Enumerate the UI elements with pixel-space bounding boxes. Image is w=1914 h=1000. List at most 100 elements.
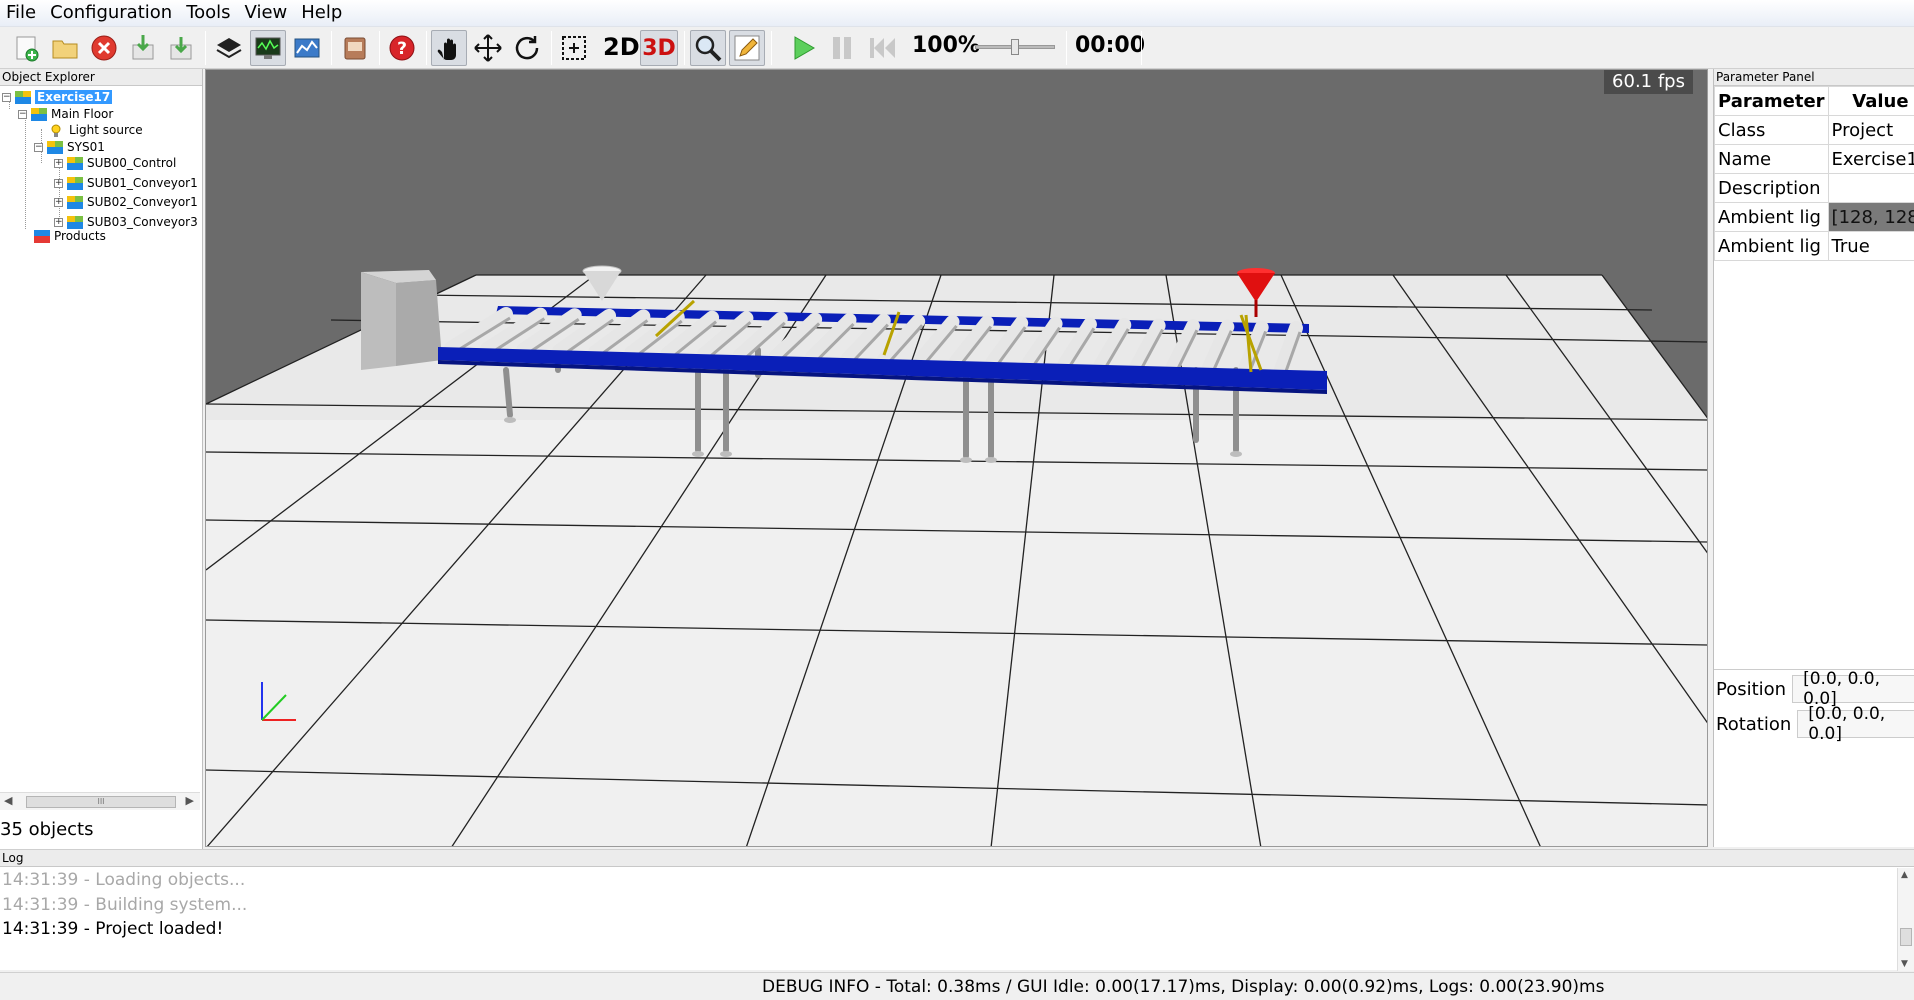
menu-configuration[interactable]: Configuration — [44, 0, 180, 26]
3d-viewport[interactable]: 60.1 fps — [205, 69, 1708, 847]
rewind-icon[interactable] — [864, 30, 900, 66]
select-box-icon[interactable] — [556, 30, 592, 66]
sim-time: 00:00 — [1075, 33, 1146, 58]
log-vertical-scrollbar[interactable]: ▲ ▼ — [1897, 868, 1914, 971]
value-header: Value — [1827, 86, 1914, 116]
param-name: Description — [1714, 173, 1829, 203]
collapse-icon[interactable]: − — [34, 142, 43, 152]
collapse-icon[interactable]: − — [2, 92, 11, 102]
play-icon[interactable] — [785, 30, 821, 66]
rotation-field[interactable]: [0.0, 0.0, 0.0] — [1797, 704, 1914, 744]
table-row[interactable]: Ambient lig [128, 128, 12 — [1714, 202, 1914, 232]
status-bar: DEBUG INFO - Total: 0.38ms / GUI Idle: 0… — [0, 972, 1914, 1000]
param-value[interactable]: True — [1827, 231, 1914, 261]
rotation-row: Rotation [0.0, 0.0, 0.0] — [1716, 704, 1914, 744]
light-bulb-icon — [49, 124, 65, 137]
view-3d-label: 3D — [642, 35, 676, 61]
tree-horizontal-scrollbar[interactable]: ◀ III ▶ — [0, 792, 200, 810]
zoom-icon[interactable] — [690, 30, 726, 66]
edit-icon[interactable] — [729, 30, 765, 66]
rotation-label: Rotation — [1716, 713, 1792, 735]
tree-label: Exercise17 — [35, 90, 113, 104]
param-name: Class — [1714, 115, 1829, 145]
param-value[interactable]: [128, 128, 12 — [1827, 202, 1914, 232]
table-row[interactable]: Class Project — [1714, 115, 1914, 145]
products-icon — [34, 229, 50, 243]
move-icon[interactable] — [470, 30, 506, 66]
log-line: 14:31:39 - Building system... — [2, 895, 248, 915]
scene-canvas[interactable] — [206, 70, 1708, 847]
hand-select-icon[interactable] — [431, 30, 467, 66]
export-icon[interactable] — [163, 30, 199, 66]
open-folder-icon[interactable] — [47, 30, 83, 66]
scroll-down-arrow[interactable]: ▼ — [1901, 959, 1908, 969]
tree-node-sub00[interactable]: + SUB00_Control — [54, 154, 176, 172]
zoom-level: 100% — [912, 33, 980, 58]
help-icon[interactable]: ? — [384, 30, 420, 66]
tree-label: Light source — [69, 123, 143, 137]
log-line: 14:31:39 - Project loaded! — [2, 919, 224, 939]
tree-label: SUB02_Conveyor1 — [87, 195, 198, 209]
pause-icon[interactable] — [824, 30, 860, 66]
tree-node-products[interactable]: Products — [34, 227, 106, 245]
tree-node-sub01[interactable]: + SUB01_Conveyor1 — [54, 174, 198, 192]
param-name: Ambient lig — [1714, 202, 1829, 232]
new-project-icon[interactable] — [9, 30, 45, 66]
view-3d-icon[interactable]: 3D — [640, 30, 678, 66]
parameter-table: Parameter Value Class Project Name Exerc… — [1714, 86, 1914, 261]
expand-icon[interactable]: + — [54, 178, 63, 188]
expand-icon[interactable]: + — [54, 158, 63, 168]
expand-icon[interactable]: + — [54, 217, 63, 227]
expand-icon[interactable]: + — [54, 197, 63, 207]
tree-node-exercise17[interactable]: − Exercise17 — [2, 88, 113, 106]
tree-label: Main Floor — [51, 107, 114, 121]
project-icon — [15, 90, 31, 104]
subsystem-icon — [67, 195, 83, 209]
position-label: Position — [1716, 678, 1787, 700]
table-row[interactable]: Description — [1714, 173, 1914, 203]
tree-node-sub02[interactable]: + SUB02_Conveyor1 — [54, 193, 198, 211]
layers-icon[interactable] — [211, 30, 247, 66]
log-title: Log — [0, 850, 1914, 867]
menu-tools[interactable]: Tools — [180, 0, 238, 26]
log-line: 14:31:39 - Loading objects... — [2, 870, 246, 890]
zoom-slider[interactable] — [975, 39, 1055, 55]
toolbar: ? 2D 3D 100% 00:00 — [0, 27, 1914, 69]
zoom-slider-handle[interactable] — [1011, 39, 1019, 55]
library-icon[interactable] — [337, 30, 373, 66]
subsystem-icon — [67, 176, 83, 190]
scroll-thumb[interactable]: III — [26, 796, 176, 808]
view-2d-button[interactable]: 2D — [603, 33, 640, 61]
menu-bar: File Configuration Tools View Help — [0, 0, 1914, 27]
table-row[interactable]: Ambient lig True — [1714, 231, 1914, 261]
debug-info: DEBUG INFO - Total: 0.38ms / GUI Idle: 0… — [762, 977, 1605, 997]
object-tree: − Exercise17 − Main Floor Light source −… — [0, 87, 200, 787]
param-value[interactable]: Project — [1827, 115, 1914, 145]
svg-text:?: ? — [397, 39, 407, 59]
menu-view[interactable]: View — [239, 0, 296, 26]
scroll-thumb[interactable] — [1900, 928, 1912, 946]
param-value[interactable]: Exercise17 — [1827, 144, 1914, 174]
system-icon — [47, 140, 63, 154]
menu-help[interactable]: Help — [295, 0, 350, 26]
monitor-icon[interactable] — [250, 30, 286, 66]
scroll-left-arrow[interactable]: ◀ — [4, 794, 12, 807]
chart-icon[interactable] — [289, 30, 325, 66]
floor-icon — [31, 107, 47, 121]
control-cabinet[interactable] — [361, 270, 442, 370]
tree-node-light-source[interactable]: Light source — [49, 121, 143, 139]
subsystem-icon — [67, 156, 83, 170]
param-value[interactable] — [1827, 173, 1914, 203]
scroll-up-arrow[interactable]: ▲ — [1901, 870, 1908, 880]
menu-file[interactable]: File — [0, 0, 44, 26]
collapse-icon[interactable]: − — [18, 109, 27, 119]
import-icon[interactable] — [125, 30, 161, 66]
table-row[interactable]: Name Exercise17 — [1714, 144, 1914, 174]
position-field[interactable]: [0.0, 0.0, 0.0] — [1792, 669, 1914, 709]
object-count: 35 objects — [0, 819, 94, 840]
rotate-icon[interactable] — [509, 30, 545, 66]
fps-counter: 60.1 fps — [1604, 70, 1693, 94]
object-explorer-panel: Object Explorer − Exercise17 − Main Floo… — [0, 69, 203, 849]
scroll-right-arrow[interactable]: ▶ — [186, 794, 194, 807]
close-project-icon[interactable] — [86, 30, 122, 66]
